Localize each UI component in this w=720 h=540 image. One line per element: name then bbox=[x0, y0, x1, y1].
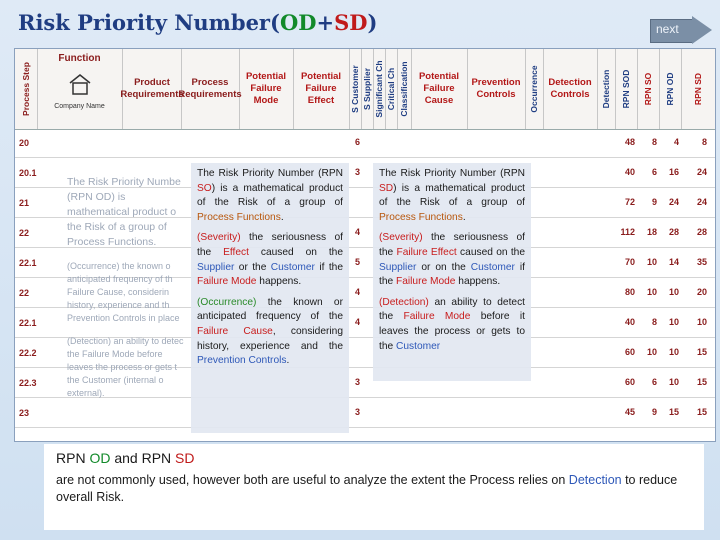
col-detection: Detection bbox=[597, 49, 616, 129]
row-rpn-value: 60 bbox=[624, 347, 635, 357]
row-severity: 4 bbox=[355, 287, 361, 297]
row-severity: 4 bbox=[355, 227, 361, 237]
col-failure-cause: Potential Failure Cause bbox=[411, 49, 468, 129]
row-id: 22 bbox=[19, 228, 30, 238]
row-id: 22 bbox=[19, 288, 30, 298]
row-rpn-value: 24 bbox=[668, 197, 679, 207]
col-classification: Classification bbox=[397, 49, 412, 129]
row-rpn-value: 48 bbox=[624, 137, 635, 147]
col-product-req: Product Requirements bbox=[120, 49, 184, 129]
col-failure-mode: Potential Failure Mode bbox=[239, 49, 294, 129]
row-rpn-value: 6 bbox=[651, 167, 657, 177]
row-rpn-value: 16 bbox=[668, 167, 679, 177]
table-row: 20 6 48 8 4 8 bbox=[15, 131, 715, 158]
row-rpn-value: 35 bbox=[696, 257, 707, 267]
row-rpn-value: 60 bbox=[624, 377, 635, 387]
row-id: 22.3 bbox=[19, 378, 37, 388]
row-id: 22.1 bbox=[19, 318, 37, 328]
arrow-right-icon bbox=[692, 16, 712, 44]
row-severity: 3 bbox=[355, 167, 361, 177]
row-id: 21 bbox=[19, 198, 30, 208]
row-rpn-value: 10 bbox=[668, 347, 679, 357]
next-label: next bbox=[656, 22, 679, 36]
title-sd: SD bbox=[334, 10, 368, 35]
row-rpn-value: 28 bbox=[696, 227, 707, 237]
row-rpn-value: 9 bbox=[651, 197, 657, 207]
row-rpn-value: 10 bbox=[646, 287, 657, 297]
row-rpn-value: 8 bbox=[651, 317, 657, 327]
title-od: OD bbox=[279, 10, 317, 35]
row-rpn-value: 9 bbox=[651, 407, 657, 417]
col-rpn-od: RPN OD bbox=[659, 49, 682, 129]
row-rpn-value: 15 bbox=[696, 377, 707, 387]
row-id: 20.1 bbox=[19, 168, 37, 178]
row-rpn-value: 20 bbox=[696, 287, 707, 297]
row-rpn-value: 18 bbox=[646, 227, 657, 237]
row-rpn-value: 10 bbox=[668, 317, 679, 327]
row-rpn-value: 80 bbox=[624, 287, 635, 297]
pfmea-worksheet: Process Step Function Company Name Produ… bbox=[14, 48, 716, 442]
row-severity: 3 bbox=[355, 377, 361, 387]
row-rpn-value: 40 bbox=[624, 167, 635, 177]
row-rpn-value: 15 bbox=[696, 407, 707, 417]
summary-heading: RPN OD and RPN SD bbox=[56, 450, 195, 466]
col-rpn-sod: RPN SOD bbox=[615, 49, 638, 129]
row-rpn-value: 45 bbox=[624, 407, 635, 417]
col-detection-controls: Detection Controls bbox=[543, 49, 598, 129]
background-text-od: The Risk Priority Numbe (RPN OD) is mathem… bbox=[67, 176, 184, 398]
rpn-so-explanation: The Risk Priority Number (RPN SO) is a m… bbox=[191, 163, 349, 433]
col-occurrence: Occurrence bbox=[525, 49, 544, 129]
next-button[interactable]: next bbox=[650, 16, 714, 44]
row-rpn-value: 14 bbox=[668, 257, 679, 267]
col-rpn-sd: RPN SD bbox=[692, 72, 703, 106]
row-rpn-value: 10 bbox=[646, 347, 657, 357]
col-function: Function Company Name bbox=[37, 49, 123, 129]
worksheet-header: Process Step Function Company Name Produ… bbox=[15, 49, 715, 130]
house-icon bbox=[68, 73, 92, 95]
row-id: 22.1 bbox=[19, 258, 37, 268]
page-title: Risk Priority Number(OD+SD) bbox=[18, 10, 378, 35]
col-process-req: Process Requirements bbox=[178, 49, 242, 129]
row-rpn-value: 24 bbox=[696, 167, 707, 177]
row-rpn-value: 70 bbox=[624, 257, 635, 267]
row-rpn-value: 40 bbox=[624, 317, 635, 327]
row-id: 23 bbox=[19, 408, 30, 418]
row-rpn-value: 10 bbox=[668, 377, 679, 387]
row-severity: 3 bbox=[355, 407, 361, 417]
table-row: 23 3 45 9 15 15 bbox=[15, 401, 715, 428]
row-rpn-value: 10 bbox=[668, 287, 679, 297]
rpn-sd-explanation: The Risk Priority Number (RPN SD) is a m… bbox=[373, 163, 531, 381]
row-severity: 4 bbox=[355, 317, 361, 327]
row-severity: 5 bbox=[355, 257, 361, 267]
row-rpn-value: 28 bbox=[668, 227, 679, 237]
summary-text: are not commonly used, however both are … bbox=[56, 473, 678, 504]
col-failure-effect: Potential Failure Effect bbox=[293, 49, 350, 129]
row-rpn-value: 8 bbox=[701, 137, 707, 147]
row-id: 20 bbox=[19, 138, 30, 148]
col-process-step: Process Step bbox=[15, 49, 38, 129]
row-id: 22.2 bbox=[19, 348, 37, 358]
row-rpn-value: 10 bbox=[696, 317, 707, 327]
col-rpn-so: RPN SO bbox=[637, 49, 660, 129]
row-rpn-value: 72 bbox=[624, 197, 635, 207]
row-rpn-value: 15 bbox=[668, 407, 679, 417]
row-rpn-value: 6 bbox=[651, 377, 657, 387]
row-rpn-value: 10 bbox=[646, 257, 657, 267]
row-rpn-value: 112 bbox=[620, 227, 635, 237]
row-rpn-value: 4 bbox=[673, 137, 679, 147]
row-severity: 6 bbox=[355, 137, 361, 147]
col-prevention: Prevention Controls bbox=[467, 49, 526, 129]
row-rpn-value: 8 bbox=[651, 137, 657, 147]
row-rpn-value: 15 bbox=[696, 347, 707, 357]
summary-note: RPN OD and RPN SD are not commonly used,… bbox=[44, 444, 704, 530]
row-rpn-value: 24 bbox=[696, 197, 707, 207]
